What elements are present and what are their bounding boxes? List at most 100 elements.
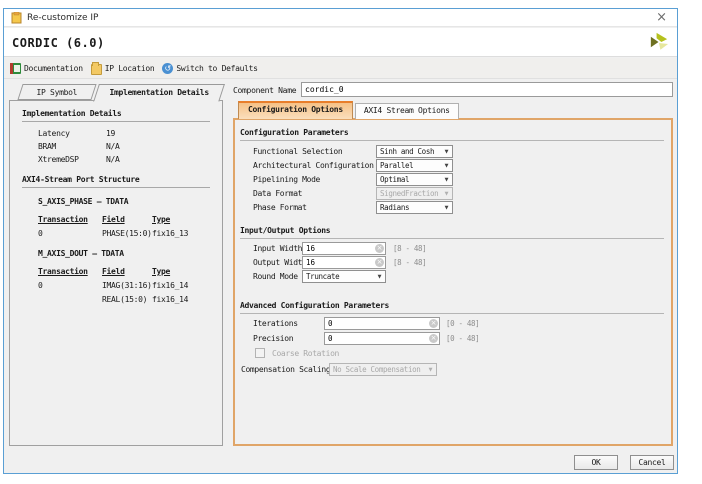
- output-width-range: [8 - 48]: [393, 258, 426, 267]
- clear-icon[interactable]: ×: [375, 258, 384, 267]
- titlebar: Re-customize IP ×: [4, 9, 677, 27]
- ip-customize-icon: [11, 12, 22, 24]
- col-type: Type: [152, 215, 170, 224]
- col-type: Type: [152, 267, 170, 276]
- latency-value: 19: [106, 129, 115, 138]
- data-format-label: Data Format: [253, 189, 302, 198]
- col-transaction: Transaction: [38, 215, 88, 224]
- chevron-down-icon: ▼: [441, 163, 452, 169]
- phase-format-label: Phase Format: [253, 203, 307, 212]
- output-width-label: Output Width: [253, 258, 307, 267]
- recustomize-ip-dialog: Re-customize IP × CORDIC (6.0) Documenta…: [3, 8, 678, 474]
- round-mode-dropdown[interactable]: Truncate ▼: [302, 270, 386, 283]
- tab-implementation-details[interactable]: Implementation Details: [93, 84, 225, 102]
- compensation-scaling-label: Compensation Scaling: [241, 365, 330, 374]
- s-axis-phase-title: S_AXIS_PHASE — TDATA: [38, 197, 128, 206]
- chevron-down-icon: ▼: [441, 177, 452, 183]
- component-name-input[interactable]: [301, 82, 673, 97]
- data-format-dropdown: SignedFraction ▼: [376, 187, 453, 200]
- iterations-label: Iterations: [253, 319, 298, 328]
- divider: [22, 121, 210, 122]
- architectural-configuration-label: Architectural Configuration: [253, 161, 374, 170]
- functional-selection-label: Functional Selection: [253, 147, 342, 156]
- tab-configuration-options[interactable]: Configuration Options: [238, 101, 353, 119]
- table-cell: IMAG(31:16): [102, 281, 152, 290]
- output-width-input[interactable]: [303, 257, 385, 268]
- compensation-scaling-dropdown: No Scale Compensation ▼: [329, 363, 437, 376]
- m-axis-dout-title: M_AXIS_DOUT — TDATA: [38, 249, 124, 258]
- component-name-label: Component Name: [233, 86, 296, 95]
- input-width-input[interactable]: [303, 243, 385, 254]
- toolbar: Documentation IP Location ↺ Switch to De…: [4, 58, 677, 79]
- clear-icon[interactable]: ×: [375, 244, 384, 253]
- ok-button[interactable]: OK: [574, 455, 618, 470]
- col-field: Field: [102, 215, 125, 224]
- architectural-configuration-dropdown[interactable]: Parallel ▼: [376, 159, 453, 172]
- table-cell: 0: [38, 281, 43, 290]
- window-title: Re-customize IP: [27, 13, 98, 23]
- impl-details-section-title: Implementation Details: [22, 109, 121, 118]
- xtremedsp-label: XtremeDSP: [38, 155, 79, 164]
- bram-value: N/A: [106, 142, 120, 151]
- clear-icon[interactable]: ×: [429, 319, 438, 328]
- iterations-field: ×: [324, 317, 440, 330]
- coarse-rotation-label: Coarse Rotation: [272, 349, 339, 358]
- input-width-field: ×: [302, 242, 386, 255]
- chevron-down-icon: ▼: [425, 367, 436, 373]
- output-width-field: ×: [302, 256, 386, 269]
- clear-icon[interactable]: ×: [429, 334, 438, 343]
- table-cell: 0: [38, 229, 43, 238]
- xtremedsp-value: N/A: [106, 155, 120, 164]
- col-field: Field: [102, 267, 125, 276]
- precision-range: [0 - 48]: [446, 334, 479, 343]
- ip-location-button[interactable]: IP Location: [91, 62, 155, 75]
- folder-icon: [91, 64, 102, 75]
- switch-to-defaults-button[interactable]: ↺ Switch to Defaults: [162, 63, 257, 74]
- xilinx-logo-icon: [647, 31, 670, 54]
- refresh-icon: ↺: [162, 63, 173, 74]
- ip-header: CORDIC (6.0): [4, 28, 677, 57]
- book-icon: [10, 63, 21, 74]
- iterations-range: [0 - 48]: [446, 319, 479, 328]
- input-width-range: [8 - 48]: [393, 244, 426, 253]
- cancel-button[interactable]: Cancel: [630, 455, 674, 470]
- advanced-params-title: Advanced Configuration Parameters: [240, 301, 389, 310]
- tab-axi4-stream-options[interactable]: AXI4 Stream Options: [355, 103, 459, 119]
- pipelining-mode-label: Pipelining Mode: [253, 175, 320, 184]
- config-params-title: Configuration Parameters: [240, 128, 348, 137]
- chevron-down-icon: ▼: [441, 191, 452, 197]
- implementation-details-panel: Implementation Details Latency 19 BRAM N…: [9, 100, 223, 446]
- config-tab-bar: Configuration Options AXI4 Stream Option…: [238, 101, 459, 119]
- close-icon[interactable]: ×: [656, 10, 667, 25]
- io-options-title: Input/Output Options: [240, 226, 330, 235]
- divider: [240, 140, 664, 141]
- table-cell: fix16_13: [152, 229, 188, 238]
- functional-selection-dropdown[interactable]: Sinh and Cosh ▼: [376, 145, 453, 158]
- latency-label: Latency: [38, 129, 70, 138]
- input-width-label: Input Width: [253, 244, 302, 253]
- chevron-down-icon: ▼: [374, 274, 385, 280]
- tab-ip-symbol[interactable]: IP Symbol: [17, 84, 96, 100]
- chevron-down-icon: ▼: [441, 149, 452, 155]
- documentation-button[interactable]: Documentation: [10, 63, 83, 74]
- table-cell: fix16_14: [152, 281, 188, 290]
- round-mode-label: Round Mode: [253, 272, 298, 281]
- precision-field: ×: [324, 332, 440, 345]
- phase-format-dropdown[interactable]: Radians ▼: [376, 201, 453, 214]
- divider: [240, 238, 664, 239]
- coarse-rotation-checkbox: [255, 348, 265, 358]
- ip-title: CORDIC (6.0): [12, 36, 105, 50]
- table-cell: REAL(15:0): [102, 295, 147, 304]
- precision-label: Precision: [253, 334, 293, 343]
- divider: [240, 313, 664, 314]
- table-cell: fix16_14: [152, 295, 188, 304]
- col-transaction: Transaction: [38, 267, 88, 276]
- configuration-options-panel: Configuration Parameters Functional Sele…: [233, 118, 673, 446]
- table-cell: PHASE(15:0): [102, 229, 152, 238]
- precision-input[interactable]: [325, 333, 439, 344]
- bram-label: BRAM: [38, 142, 56, 151]
- pipelining-mode-dropdown[interactable]: Optimal ▼: [376, 173, 453, 186]
- chevron-down-icon: ▼: [441, 205, 452, 211]
- iterations-input[interactable]: [325, 318, 439, 329]
- axi-port-section-title: AXI4-Stream Port Structure: [22, 175, 139, 184]
